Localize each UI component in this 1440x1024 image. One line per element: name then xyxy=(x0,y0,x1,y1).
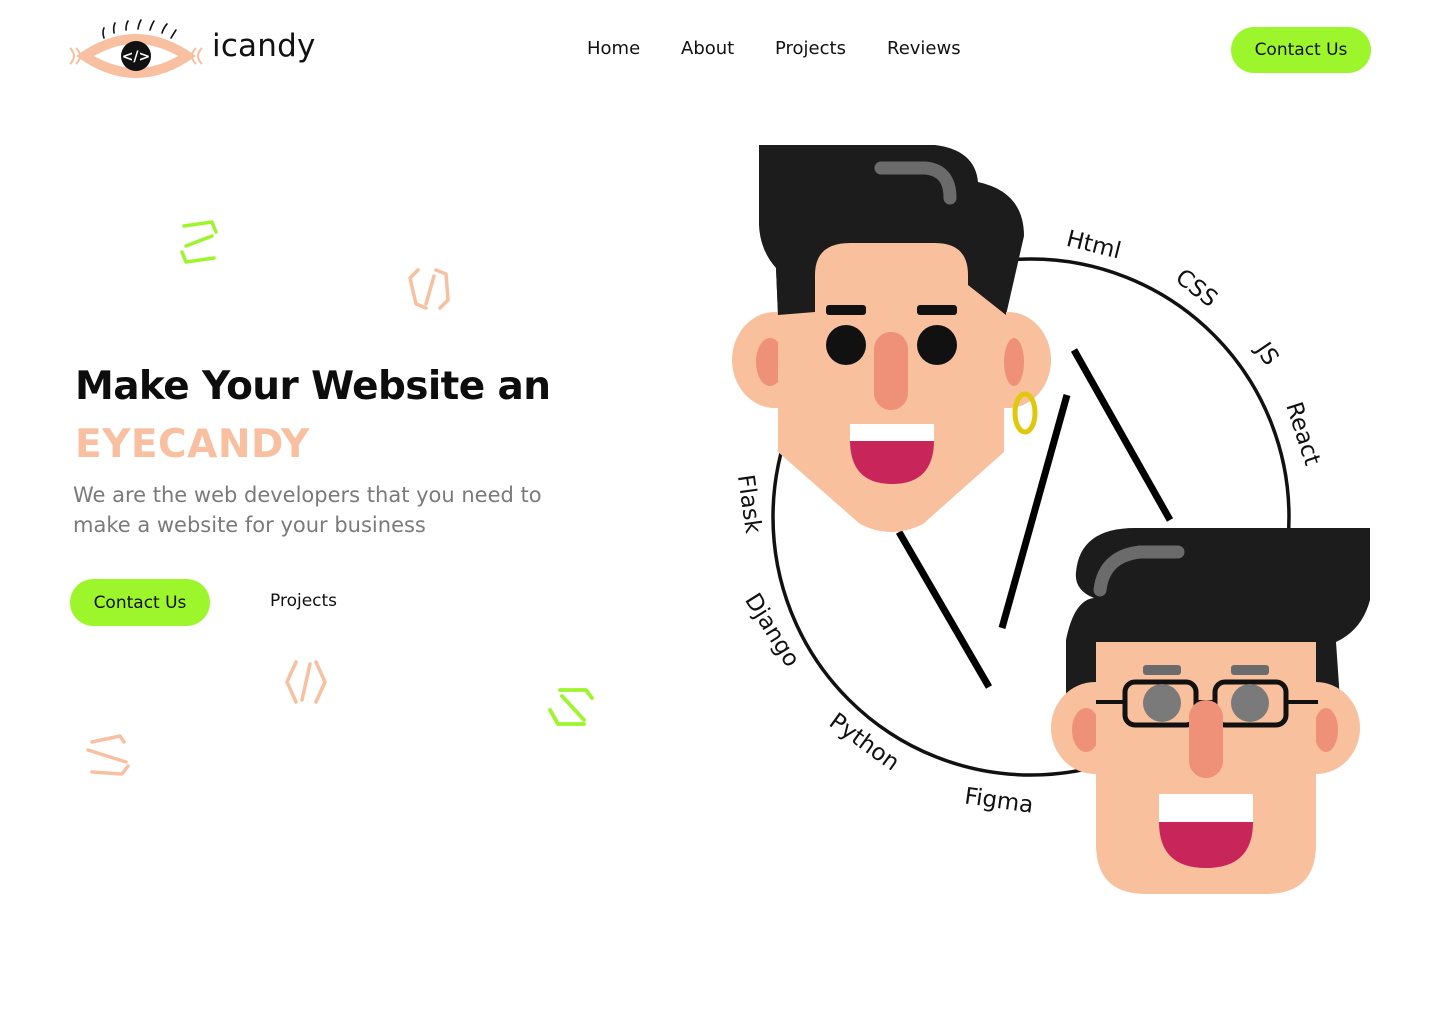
nav-item-home[interactable]: Home xyxy=(587,38,640,59)
code-slash-deco-icon-2 xyxy=(548,688,594,726)
logo[interactable]: </> icandy xyxy=(68,18,328,82)
developer-woman-avatar xyxy=(732,145,1051,532)
tech-label-django: Django xyxy=(739,589,804,672)
eye-logo-icon: </> xyxy=(69,19,203,78)
tech-label-python: Python xyxy=(824,708,904,776)
tech-label-js: JS xyxy=(1249,336,1284,370)
code-bracket-deco-icon-2 xyxy=(285,660,327,704)
hero-title: Make Your Website an xyxy=(75,364,551,409)
nav-item-about[interactable]: About xyxy=(681,38,734,59)
tech-label-html: Html xyxy=(1064,226,1124,265)
tech-label-figma: Figma xyxy=(963,783,1035,818)
nav-item-projects[interactable]: Projects xyxy=(775,38,846,59)
hero-subtitle: We are the web developers that you need … xyxy=(73,483,542,537)
hero-projects-link[interactable]: Projects xyxy=(270,591,337,611)
hero-highlight: EYECANDY xyxy=(75,422,310,467)
tech-label-react: React xyxy=(1280,399,1325,469)
tech-label-flask: Flask xyxy=(732,473,766,536)
code-bracket-deco-icon xyxy=(408,268,450,310)
svg-text:</>: </> xyxy=(122,49,151,65)
developer-man-avatar xyxy=(1051,528,1370,894)
hero-contact-button[interactable]: Contact Us xyxy=(70,579,210,626)
code-slash-deco-icon xyxy=(180,220,218,264)
developers-illustration: Html CSS JS React Flask Django Python Fi… xyxy=(732,145,1370,894)
brand-name: icandy xyxy=(212,28,316,64)
header-contact-button[interactable]: Contact Us xyxy=(1231,27,1371,73)
code-slash-deco-icon-3 xyxy=(86,734,130,776)
nav-item-reviews[interactable]: Reviews xyxy=(887,38,961,59)
